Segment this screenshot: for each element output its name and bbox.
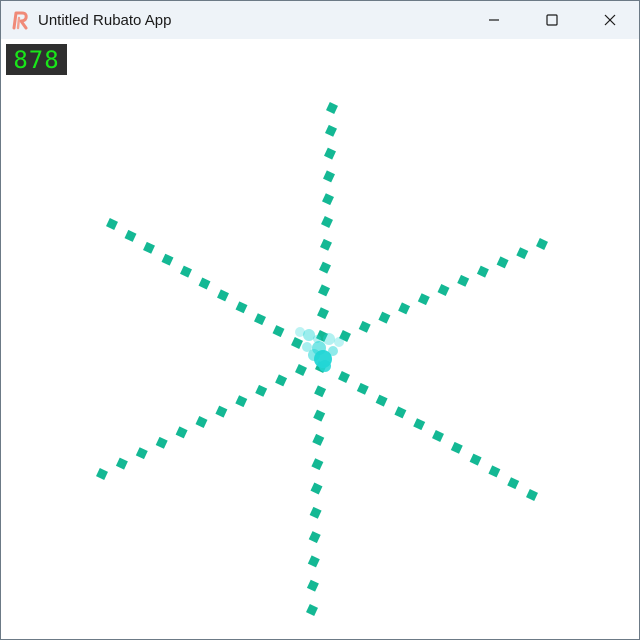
star-dot bbox=[314, 385, 327, 398]
star-dot bbox=[536, 238, 548, 250]
star-dot bbox=[295, 364, 307, 376]
star-dot bbox=[308, 531, 321, 544]
star-dot bbox=[291, 337, 303, 349]
close-icon bbox=[604, 14, 616, 26]
star-dot bbox=[115, 457, 128, 470]
star-dot bbox=[378, 311, 391, 324]
star-dot bbox=[161, 253, 174, 266]
star-dot bbox=[417, 293, 430, 306]
star-dot bbox=[496, 256, 509, 269]
star-dot bbox=[180, 265, 192, 278]
star-dot bbox=[135, 447, 148, 460]
star-dot bbox=[413, 418, 426, 431]
cluster-particle bbox=[319, 360, 331, 372]
star-dot bbox=[106, 218, 118, 230]
star-dot bbox=[476, 265, 489, 278]
star-dot bbox=[526, 489, 538, 501]
star-dot bbox=[255, 384, 268, 397]
star-dot bbox=[432, 430, 444, 442]
star-dot bbox=[318, 284, 330, 297]
star-dot bbox=[437, 284, 450, 296]
star-dot bbox=[275, 374, 288, 387]
star-dot bbox=[324, 147, 336, 160]
cluster-particle bbox=[302, 342, 312, 352]
cluster-particle bbox=[295, 327, 305, 337]
window-controls bbox=[465, 1, 639, 39]
star-dot bbox=[313, 409, 326, 422]
game-canvas[interactable]: 878 bbox=[1, 39, 639, 639]
star-dot bbox=[175, 426, 188, 439]
star-dot bbox=[143, 241, 155, 254]
cluster-particle bbox=[323, 333, 335, 345]
star-dot bbox=[338, 371, 350, 383]
star-dot bbox=[96, 468, 108, 480]
star-dot bbox=[235, 301, 248, 314]
star-dot bbox=[124, 229, 137, 242]
star-dot bbox=[306, 604, 318, 616]
star-dot bbox=[323, 170, 335, 183]
window-title: Untitled Rubato App bbox=[38, 11, 172, 29]
star-dot bbox=[356, 382, 369, 395]
star-dot bbox=[254, 313, 266, 326]
star-dot bbox=[358, 320, 371, 333]
star-dot bbox=[307, 555, 320, 568]
maximize-button[interactable] bbox=[523, 1, 581, 39]
minimize-button[interactable] bbox=[465, 1, 523, 39]
star-dot bbox=[375, 394, 388, 407]
star-dot bbox=[155, 436, 168, 449]
cluster-particle bbox=[313, 335, 321, 343]
star-dot bbox=[507, 477, 520, 490]
app-window: Untitled Rubato App 878 bbox=[0, 0, 640, 640]
star-dot bbox=[215, 405, 228, 418]
maximize-icon bbox=[546, 14, 558, 26]
fps-counter: 878 bbox=[6, 44, 67, 75]
star-dot bbox=[450, 441, 463, 454]
particle-scene bbox=[96, 102, 548, 616]
star-dot bbox=[235, 395, 248, 408]
rubato-logo-icon bbox=[10, 9, 32, 31]
star-dot bbox=[306, 579, 319, 592]
star-dot bbox=[312, 433, 325, 446]
star-dot bbox=[321, 216, 333, 228]
minimize-icon bbox=[489, 19, 499, 21]
star-dot bbox=[516, 247, 529, 260]
cluster-particle bbox=[328, 346, 338, 356]
star-dot bbox=[457, 274, 470, 287]
star-dot bbox=[319, 261, 331, 274]
star-dot bbox=[317, 307, 329, 320]
star-dot bbox=[325, 124, 337, 137]
star-dot bbox=[272, 325, 285, 338]
close-button[interactable] bbox=[581, 1, 639, 39]
star-dot bbox=[311, 458, 324, 471]
star-dot bbox=[195, 416, 208, 428]
star-dot bbox=[320, 238, 332, 251]
star-dot bbox=[469, 453, 482, 466]
star-dot bbox=[198, 277, 211, 290]
star-dot bbox=[394, 406, 407, 419]
star-dot bbox=[310, 482, 323, 495]
star-dot bbox=[217, 289, 229, 302]
cluster-particle bbox=[334, 337, 344, 347]
star-dot bbox=[398, 302, 411, 315]
star-dot bbox=[322, 193, 334, 206]
star-dot bbox=[488, 465, 501, 478]
title-bar[interactable]: Untitled Rubato App bbox=[1, 1, 639, 39]
star-dot bbox=[309, 506, 322, 519]
star-dot bbox=[326, 102, 338, 114]
